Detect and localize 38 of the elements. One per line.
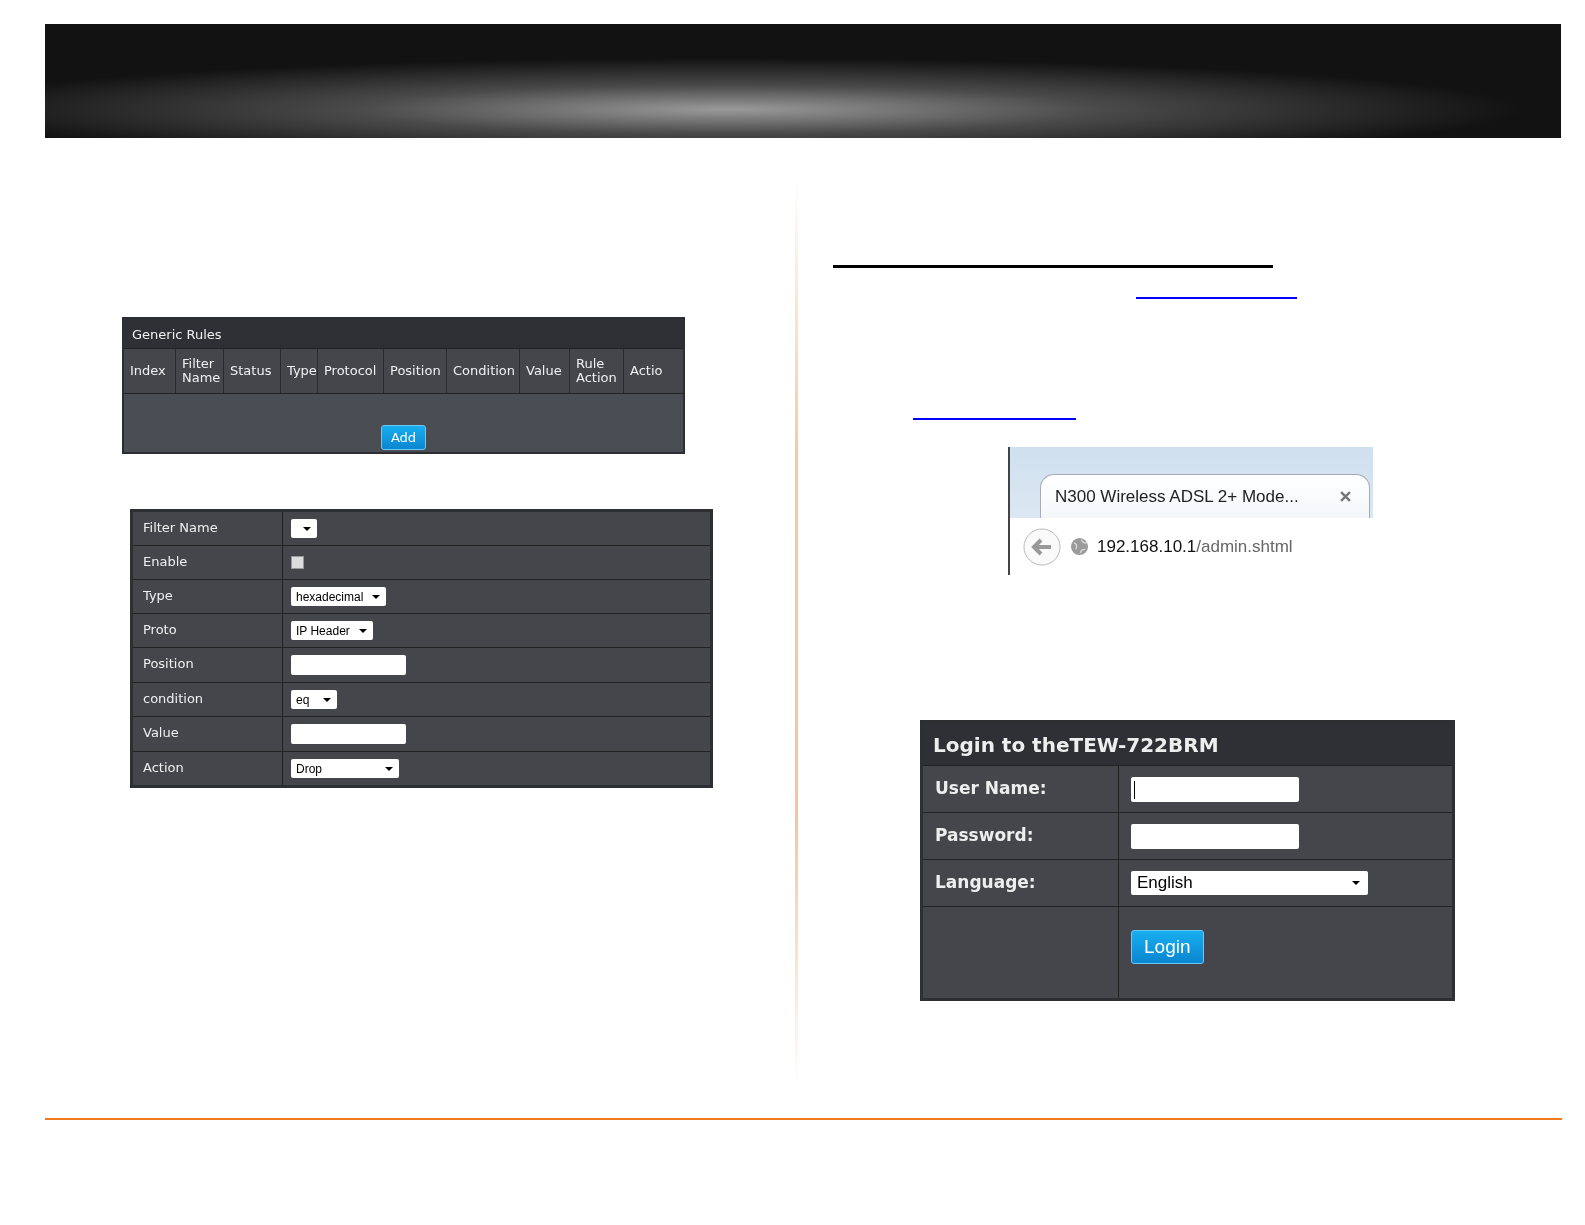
dropdown[interactable]: Drop: [291, 759, 399, 778]
column-header: Filter Name: [176, 349, 224, 393]
browser-tab[interactable]: N300 Wireless ADSL 2+ Mode...: [1040, 474, 1370, 518]
dropdown[interactable]: eq: [291, 690, 337, 709]
field-label: Password:: [923, 813, 1119, 859]
column-header: Condition: [447, 349, 520, 393]
column-header: Position: [384, 349, 447, 393]
login-title: Login to theTEW-722BRM: [923, 723, 1452, 766]
close-icon[interactable]: [1340, 491, 1351, 502]
column-header: Status: [224, 349, 281, 393]
field-label: Value: [133, 717, 283, 751]
input-field[interactable]: [1131, 824, 1299, 849]
input-field[interactable]: [1131, 777, 1299, 802]
dropdown[interactable]: IP Header: [291, 621, 373, 640]
column-header: Index: [124, 349, 176, 393]
field-label: condition: [133, 683, 283, 716]
globe-icon: [1070, 537, 1089, 556]
field-label: Language:: [923, 860, 1119, 906]
address-url[interactable]: 192.168.10.1/admin.shtml: [1097, 536, 1293, 557]
language-dropdown[interactable]: English: [1131, 871, 1368, 895]
dropdown[interactable]: hexadecimal: [291, 587, 386, 606]
column-header: Type: [281, 349, 318, 393]
checkbox[interactable]: [291, 556, 304, 569]
field-label: Type: [133, 580, 283, 613]
field-label: Position: [133, 648, 283, 682]
column-header: Rule Action: [570, 349, 624, 393]
column-header: Protocol: [318, 349, 384, 393]
field-label: Action: [133, 752, 283, 785]
input-field[interactable]: [291, 724, 406, 744]
field-label: Enable: [133, 546, 283, 579]
dropdown[interactable]: [291, 519, 317, 538]
panel-title: Generic Rules: [124, 319, 683, 348]
field-label: Filter Name: [133, 512, 283, 545]
column-header: Value: [520, 349, 570, 393]
field-label: Proto: [133, 614, 283, 647]
input-field[interactable]: [291, 655, 406, 675]
column-header: Actio: [624, 349, 683, 393]
field-label: User Name:: [923, 766, 1119, 812]
